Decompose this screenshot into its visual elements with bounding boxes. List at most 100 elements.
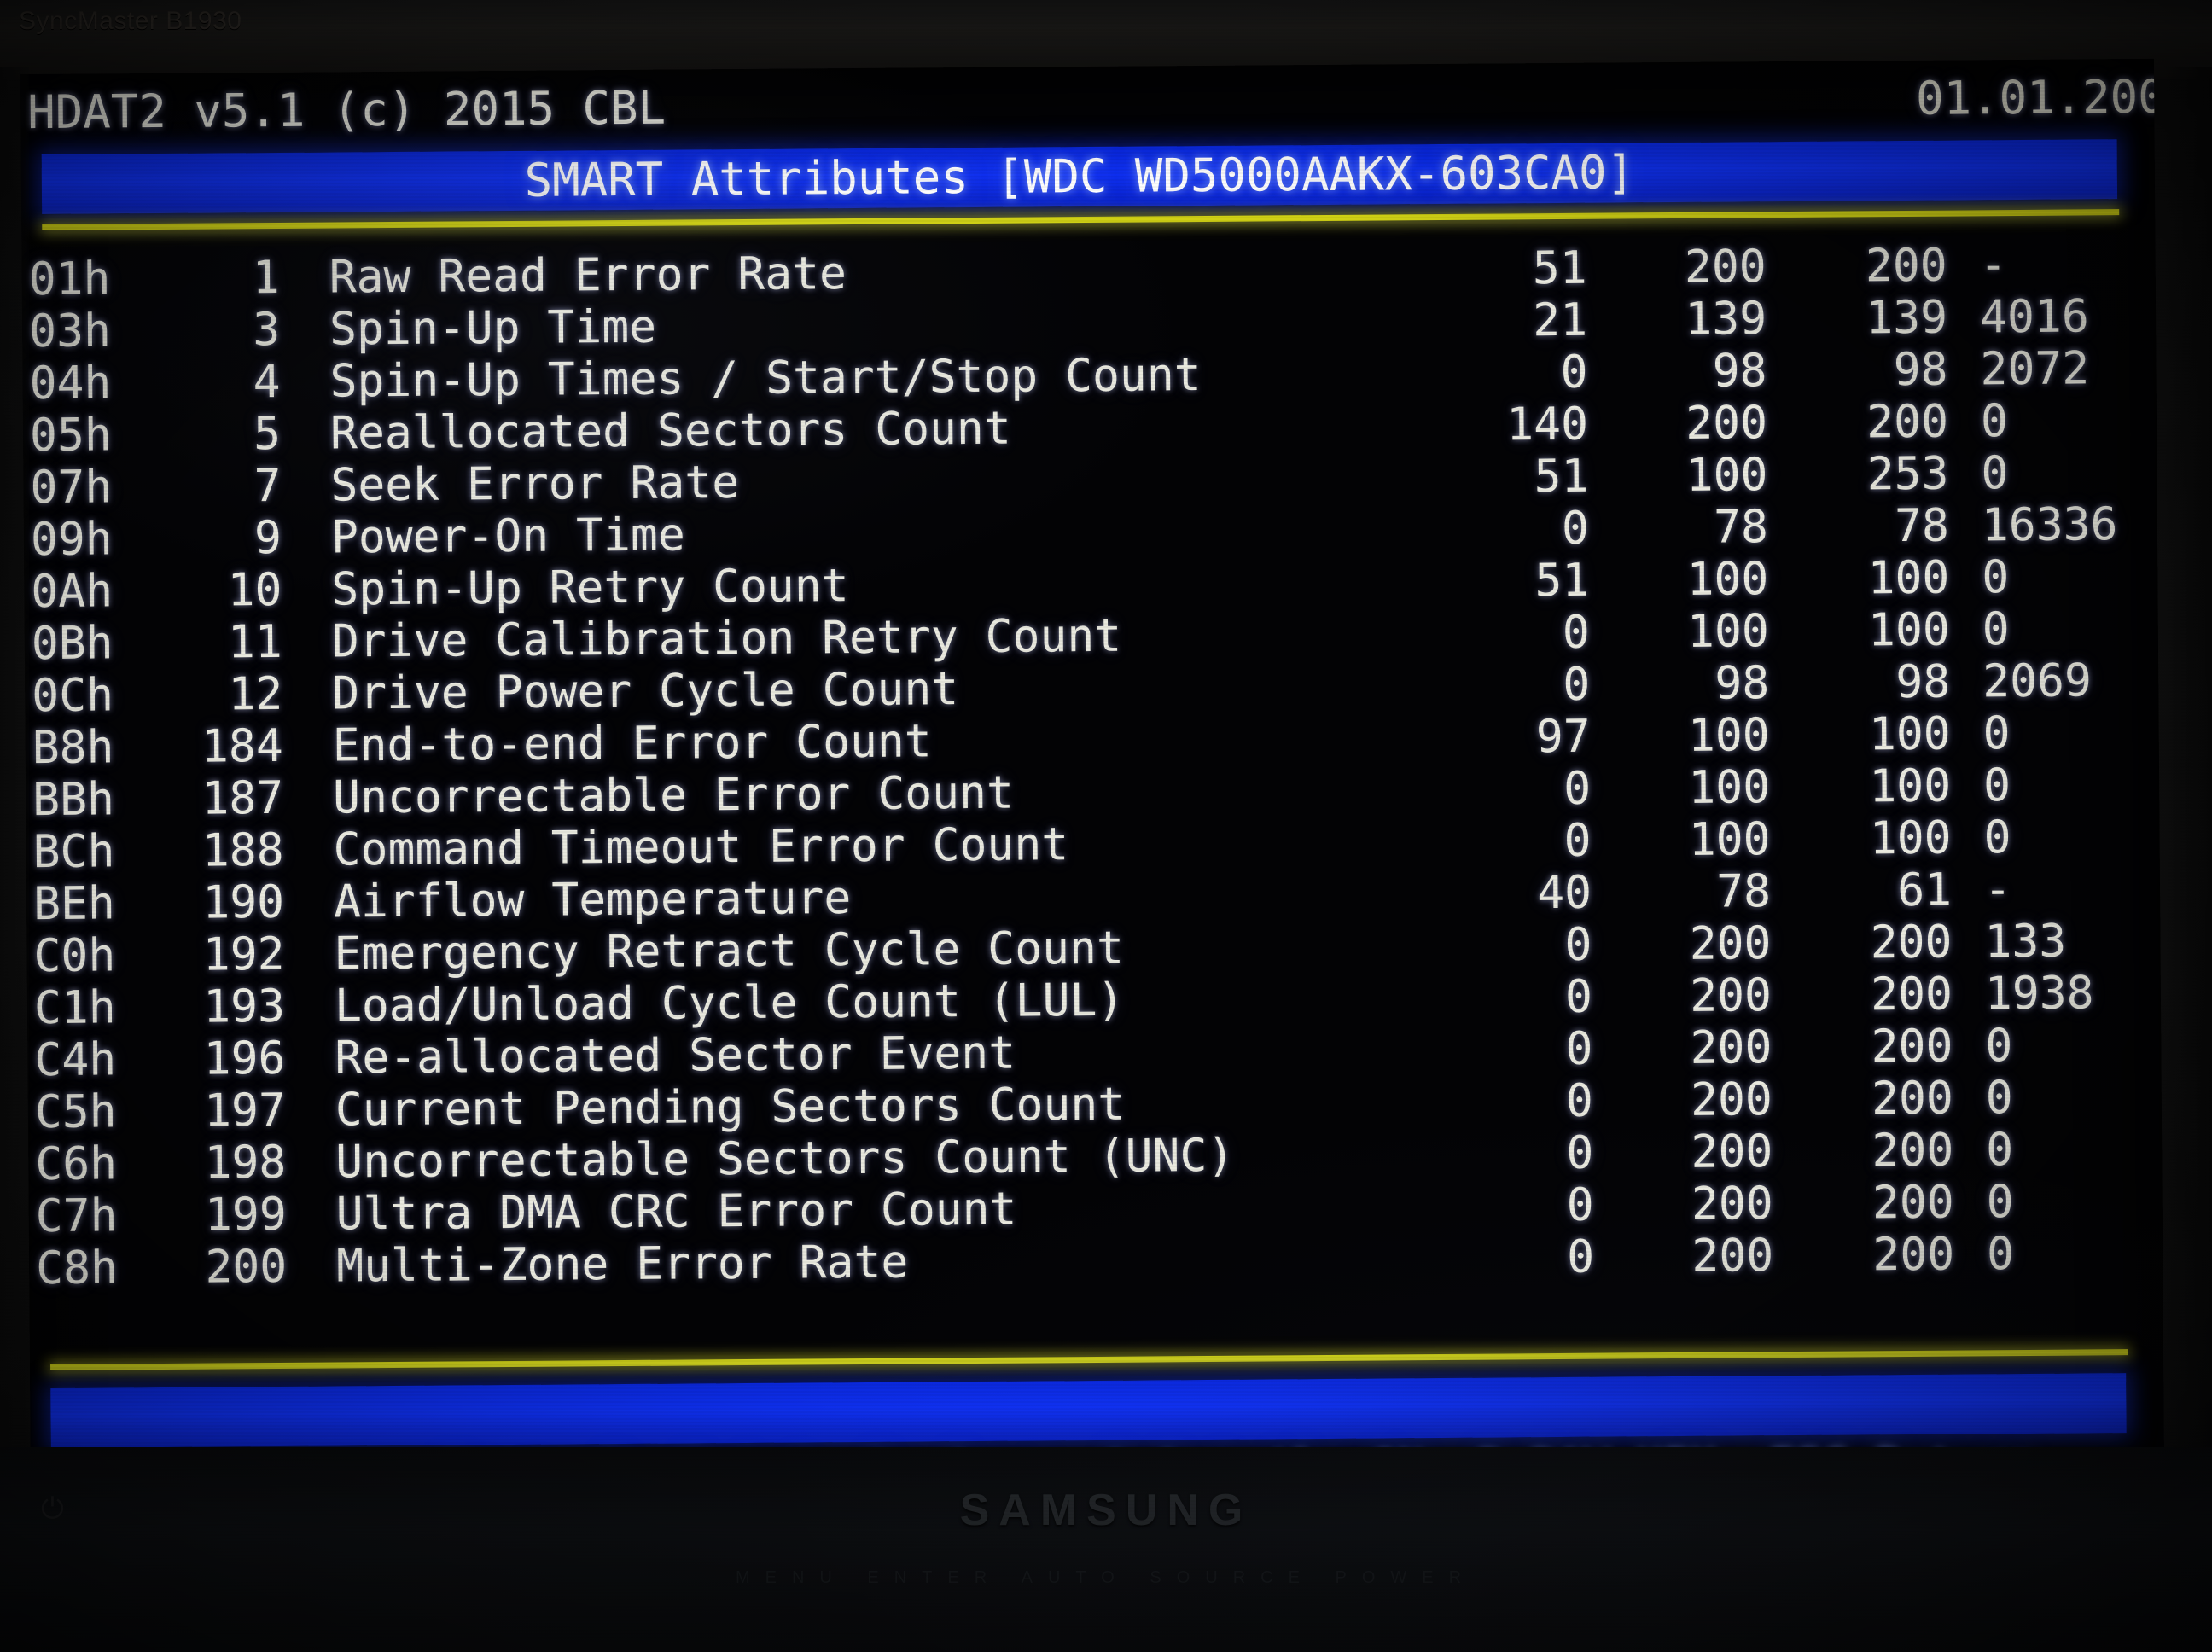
app-title: HDAT2 v5.1 (c) 2015 CBL	[27, 80, 667, 140]
attr-decimal-id: 200	[205, 1240, 288, 1294]
attr-name: Emergency Retract Cycle Count	[334, 922, 1125, 980]
attr-name: Reallocated Sectors Count	[329, 402, 1011, 460]
attr-raw: 4016	[1979, 290, 2089, 344]
attr-hex-id: C4h	[34, 1033, 117, 1087]
attr-decimal-id: 1	[252, 251, 280, 305]
attr-threshold: 51	[1534, 554, 1590, 608]
system-date: 01.01.2009	[1915, 69, 2165, 125]
attr-threshold: 51	[1532, 241, 1587, 295]
attr-hex-id: B8h	[32, 721, 114, 775]
attr-hex-id: BBh	[32, 773, 115, 827]
attr-decimal-id: 4	[253, 355, 281, 409]
divider-bottom	[50, 1349, 2128, 1370]
attr-threshold: 0	[1560, 346, 1588, 398]
attr-worst: 100	[1869, 811, 1952, 865]
attr-decimal-id: 187	[201, 771, 284, 825]
attr-raw: 0	[1982, 759, 2011, 812]
attr-threshold: 0	[1561, 502, 1590, 555]
smart-attributes-table: 01h 1 Raw Read Error Rate 51 200 200-03h 3 Spin…	[20, 237, 2164, 1294]
attr-hex-id: BEh	[32, 877, 116, 931]
attr-raw: -	[1983, 864, 2012, 916]
attr-threshold: 40	[1536, 866, 1592, 920]
attr-raw: 0	[1982, 707, 2011, 760]
attr-name: Command Timeout Error Count	[333, 818, 1069, 876]
attr-decimal-id: 196	[203, 1032, 286, 1085]
attr-hex-id: 01h	[28, 253, 111, 306]
attr-raw: 2072	[1980, 342, 2090, 396]
attr-threshold: 0	[1563, 658, 1591, 711]
attr-raw: 0	[1982, 551, 2010, 604]
attr-name: Seek Error Rate	[330, 457, 740, 512]
attr-name: End-to-end Error Count	[332, 715, 932, 772]
attr-value: 100	[1688, 761, 1771, 814]
attr-worst: 100	[1867, 551, 1950, 605]
attr-decimal-id: 198	[204, 1136, 287, 1190]
attr-value: 98	[1712, 345, 1767, 398]
attr-raw: 0	[1985, 1072, 2013, 1125]
attr-value: 200	[1689, 969, 1773, 1022]
attr-value: 78	[1715, 865, 1772, 918]
attr-raw: 0	[1983, 811, 2011, 864]
monitor-model-label: SyncMaster B1930	[19, 7, 242, 35]
attr-name: Current Pending Sectors Count	[335, 1078, 1126, 1137]
attr-threshold: 0	[1567, 1230, 1595, 1283]
attr-threshold: 97	[1535, 710, 1591, 764]
attr-name: Re-allocated Sector Event	[335, 1027, 1016, 1085]
attr-worst: 100	[1867, 603, 1951, 657]
attr-value: 200	[1690, 1073, 1773, 1126]
attr-value: 100	[1686, 553, 1769, 606]
attr-raw: 0	[1986, 1176, 2014, 1229]
monitor-bottom-bezel: ⏻ SAMSUNG MENU ENTER AUTO SOURCE POWER	[0, 1447, 2212, 1652]
attr-value: 100	[1687, 709, 1770, 762]
samsung-logo: SAMSUNG	[959, 1486, 1253, 1535]
attr-worst: 200	[1865, 239, 1947, 293]
attr-value: 200	[1684, 241, 1767, 294]
attr-threshold: 0	[1565, 1022, 1593, 1075]
attr-decimal-id: 3	[253, 303, 281, 357]
attr-threshold: 21	[1533, 294, 1588, 347]
attr-hex-id: 03h	[28, 305, 112, 358]
attr-threshold: 0	[1562, 606, 1591, 659]
attr-worst: 200	[1871, 1176, 1954, 1230]
status-bar[interactable]: ↑↓→← Move P▶ Print S▶ Save D Details:ON …	[50, 1373, 2127, 1491]
monitor-photo: SyncMaster B1930 HDAT2 v5.1 (c) 2015 CBL…	[0, 0, 2212, 1652]
attr-decimal-id: 199	[204, 1188, 287, 1242]
attr-name: Power-On Time	[330, 509, 685, 564]
attr-name: Airflow Temperature	[333, 872, 852, 928]
attr-worst: 200	[1870, 968, 1953, 1021]
attr-name: Spin-Up Retry Count	[331, 560, 849, 616]
attr-hex-id: 0Ch	[32, 669, 114, 723]
attr-worst: 98	[1895, 655, 1951, 709]
attr-threshold: 0	[1566, 1178, 1594, 1231]
attr-name: Raw Read Error Rate	[329, 247, 847, 304]
attr-value: 100	[1686, 605, 1770, 658]
attr-raw: 0	[1980, 395, 2009, 448]
monitor-osd-buttons[interactable]: MENU ENTER AUTO SOURCE POWER	[0, 1568, 2212, 1588]
attr-raw: 0	[1986, 1228, 2015, 1281]
attr-name: Spin-Up Times / Start/Stop Count	[329, 349, 1202, 408]
attr-worst: 100	[1868, 707, 1951, 761]
attr-value: 200	[1691, 1126, 1773, 1178]
attr-threshold: 0	[1563, 762, 1592, 815]
attr-name: Ultra DMA CRC Error Count	[335, 1183, 1017, 1241]
attr-raw: 0	[1985, 1020, 2013, 1073]
attr-worst: 100	[1869, 759, 1952, 813]
attr-value: 200	[1689, 917, 1772, 970]
attr-raw: -	[1979, 239, 2007, 292]
attr-value: 78	[1713, 501, 1769, 554]
attr-raw: 16336	[1981, 498, 2118, 552]
attr-value: 98	[1714, 657, 1770, 710]
hdat2-terminal: HDAT2 v5.1 (c) 2015 CBL 01.01.2009 SMART…	[20, 59, 2165, 1492]
attr-hex-id: 0Ah	[31, 565, 114, 619]
attr-worst: 200	[1870, 916, 1953, 969]
attr-decimal-id: 192	[202, 928, 285, 981]
attr-worst: 200	[1871, 1020, 1953, 1073]
attr-decimal-id: 7	[253, 459, 282, 513]
attr-hex-id: C0h	[33, 929, 116, 983]
attr-name: Drive Calibration Retry Count	[331, 609, 1122, 668]
attr-decimal-id: 9	[253, 511, 282, 565]
attr-hex-id: 07h	[30, 461, 113, 515]
attr-decimal-id: 5	[253, 407, 282, 461]
attr-raw: 133	[1984, 915, 2067, 969]
screen-area: HDAT2 v5.1 (c) 2015 CBL 01.01.2009 SMART…	[20, 58, 2165, 1492]
